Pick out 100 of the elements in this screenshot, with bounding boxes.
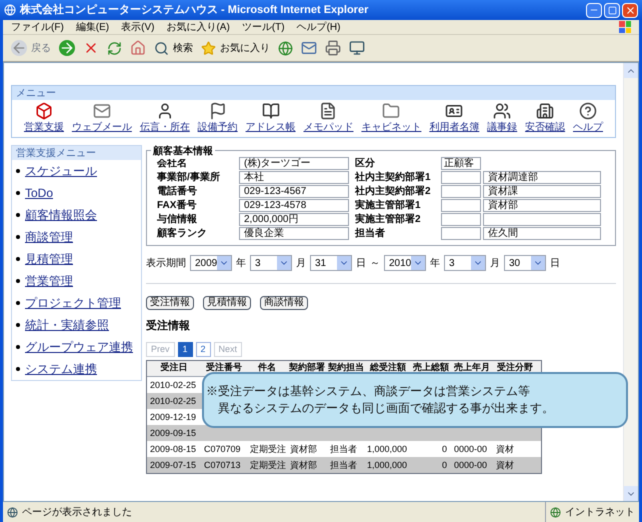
info-tab-button[interactable]: 見積情報 [203,296,251,310]
table-cell-text: 2009-12-19 [149,410,198,424]
table-cell-text: 0 [440,458,448,472]
page-link[interactable]: 1 [178,342,193,356]
unit-label: 日 [356,256,366,270]
field-label: 顧客ランク [157,226,208,241]
app-menu-link[interactable]: アドレス帳 [246,102,296,135]
table-cell-text: C070709 [203,442,242,456]
field-value: (株)ターツゴー [239,157,349,170]
app-menu-link[interactable]: 利用者名簿 [429,102,480,135]
table-cell-text: 2009-09-15 [149,426,198,440]
field-value [441,213,481,226]
sidebar-link[interactable]: 見積管理 [25,250,73,268]
app-menu-link[interactable]: 営業支援 [24,102,64,135]
table-cell-text: 資材 [495,458,515,472]
bullet-icon [16,323,20,327]
app-menu-link[interactable]: 伝言・所在 [140,102,190,135]
app-menu-link[interactable]: 議事録 [487,102,518,135]
sidebar-link[interactable]: ToDo [25,184,54,202]
app-menu-link[interactable]: 設備予約 [198,102,238,135]
page-icon [7,506,18,518]
id-card-icon [445,102,464,120]
scrollbar[interactable] [623,63,638,501]
fieldset-legend: 顧客基本情報 [151,144,215,159]
menu-item[interactable]: ツール(T) [242,20,285,34]
app-menu-link[interactable]: ウェブメール [72,102,132,135]
table-cell-text: 資材 [495,442,515,456]
page-link[interactable]: 2 [196,342,211,356]
dropdown[interactable]: 30 [504,255,546,271]
menu-item[interactable]: ファイル(F) [11,20,64,34]
table-cell-text: 2010-02-25 [149,394,198,408]
callout-text: 異なるシステムのデータも同じ画面で確認する事が出来ます。 [217,400,555,417]
close-icon [624,4,636,16]
app-menu-link[interactable]: メモパッド [303,102,354,135]
field-value: 2,000,000円 [239,213,349,226]
dropdown[interactable]: 31 [310,255,352,271]
table-cell-text: 2010-02-25 [149,378,198,392]
maximize-button[interactable] [604,2,620,18]
minimize-button[interactable] [586,2,602,18]
home-icon[interactable] [130,40,146,56]
menu-item[interactable]: 表示(V) [121,20,154,34]
bullet-icon [16,279,20,283]
windows-logo-icon [619,21,631,33]
sidebar-title: 営業支援メニュー [12,146,141,160]
sidebar-link[interactable]: 営業管理 [25,272,73,290]
menu-item[interactable]: お気に入り(A) [166,20,230,34]
app-menu-link[interactable]: キャビネット [361,102,422,135]
field-value [441,199,481,212]
field-label: 与信情報 [157,212,198,227]
column-header: 売上年月 [453,361,491,374]
unit-label: 年 [430,256,440,270]
app-menu-link[interactable]: ヘルプ [573,102,604,135]
page-icon [4,4,16,16]
table-cell-text: 1,000,000 [366,458,408,472]
field-label: 実施主管部署2 [355,212,422,227]
sidebar-link[interactable]: 顧客情報照会 [25,206,97,224]
menu-item[interactable]: 編集(E) [76,20,110,34]
table-cell-text: 0000-00 [453,442,488,456]
bullet-icon [16,301,20,305]
field-value [441,227,481,240]
print-icon[interactable] [325,40,341,56]
unit-label: 月 [490,256,500,270]
field-label: 実施主管部署1 [355,198,422,213]
refresh-icon[interactable] [107,40,122,56]
sidebar-link[interactable]: システム連携 [25,360,97,378]
info-tab-button[interactable]: 商談情報 [260,296,308,310]
field-value [441,185,481,198]
sidebar-link[interactable]: グループウェア連携 [25,338,133,356]
book-icon [262,102,280,120]
close-button[interactable] [622,2,638,18]
dropdown[interactable]: 2010 [384,255,426,271]
bullet-icon [16,191,20,195]
unit-label: 月 [296,256,306,270]
search-button[interactable]: 検索 [154,40,193,56]
field-label: 区分 [355,156,376,171]
dropdown[interactable]: 3 [444,255,486,271]
favorites-button[interactable]: お気に入り [201,40,270,56]
scroll-up-icon[interactable] [624,63,638,78]
field-value: 本社 [239,171,349,184]
menu-item[interactable]: ヘルプ(H) [296,20,340,34]
sidebar-link[interactable]: 統計・実績参照 [25,316,109,334]
field-value: 029-123-4567 [239,185,349,198]
sidebar-link[interactable]: プロジェクト管理 [25,294,121,312]
dropdown[interactable]: 2009 [190,255,232,271]
range-separator: ～ [370,256,380,270]
table-cell-text: 定期受注 [249,442,287,456]
flags-icon [208,102,227,120]
column-header: 総受注額 [368,361,407,374]
table-cell-text: 担当者 [329,458,358,472]
forward-icon[interactable] [59,40,75,56]
scroll-down-icon[interactable] [624,486,638,501]
app-menu-link[interactable]: 安否確認 [525,102,566,135]
mail-icon[interactable] [301,40,317,56]
info-tab-button[interactable]: 受注情報 [146,296,194,310]
sidebar-link[interactable]: 商談管理 [25,228,73,246]
field-label: 社内主契約部署1 [355,170,432,185]
sidebar-link[interactable]: スケジュール [25,162,97,180]
back-button[interactable]: 戻る [11,40,51,56]
dropdown[interactable]: 3 [250,255,292,271]
field-value: 優良企業 [239,227,349,240]
